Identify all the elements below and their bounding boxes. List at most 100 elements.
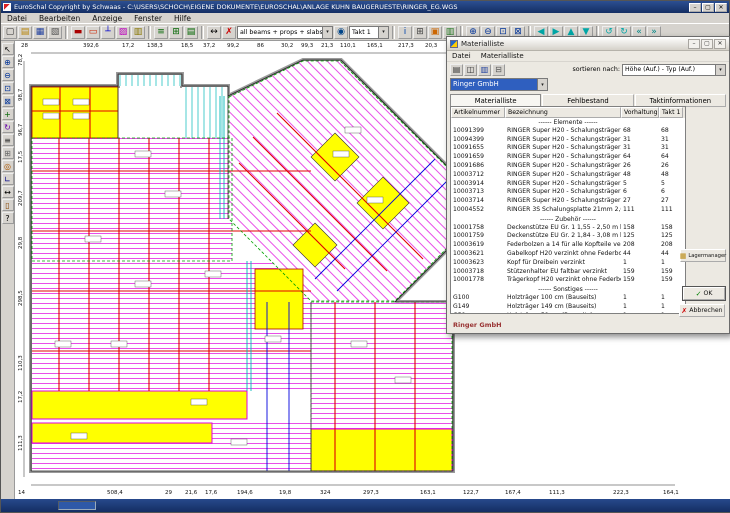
table-row[interactable]: 10001759Deckenstütze EU Gr. 2 1,84 - 3,0…: [451, 232, 685, 241]
pan-icon[interactable]: +: [2, 108, 14, 120]
print-icon[interactable]: ▤: [450, 64, 463, 76]
column-header-bezeichnung[interactable]: Bezeichnung: [505, 107, 621, 118]
wall-tool-icon[interactable]: ▬: [71, 26, 85, 39]
company-select[interactable]: Ringer GmbH ▾: [450, 78, 548, 91]
cell-vor: 125: [621, 232, 659, 241]
ruler-label-top: 165,1: [367, 43, 383, 49]
print-icon[interactable]: ▧: [48, 26, 62, 39]
grid-icon[interactable]: ⊞: [413, 26, 427, 39]
table-row[interactable]: 10003714RINGER Super H20 - Schalungsträg…: [451, 197, 685, 206]
pointer-icon[interactable]: ↖: [2, 43, 14, 55]
table-row[interactable]: 10091686RINGER Super H20 - Schalungsträg…: [451, 162, 685, 171]
menu-fenster[interactable]: Fenster: [128, 14, 168, 23]
dialog-menu-materialliste[interactable]: Materialliste: [476, 52, 529, 60]
zoom-in-icon[interactable]: ⊕: [2, 56, 14, 68]
table-row[interactable]: G100Holzträger 100 cm (Bauseits)11: [451, 294, 685, 303]
dialog-close-button[interactable]: ✕: [714, 39, 726, 49]
snap-icon[interactable]: ◎: [2, 160, 14, 172]
menu-datei[interactable]: Datei: [1, 14, 33, 23]
table-row[interactable]: 10003712RINGER Super H20 - Schalungsträg…: [451, 171, 685, 180]
status-coordinates: [58, 501, 96, 510]
table-row[interactable]: ------ Zubehör ------: [451, 215, 685, 224]
table-row[interactable]: 10003713RINGER Super H20 - Schalungsträg…: [451, 188, 685, 197]
cancel-button[interactable]: ✗ Abbrechen: [679, 304, 725, 317]
display-filter-select[interactable]: all beams + props + slabs▾: [237, 26, 333, 39]
chevron-down-icon[interactable]: ▾: [322, 27, 332, 38]
table-row[interactable]: 10004552RINGER 3S Schalungsplatte 21mm 2…: [451, 206, 685, 215]
table-row[interactable]: 10003718Stützenhalter EU faltbar verzink…: [451, 268, 685, 277]
minimize-button[interactable]: –: [689, 3, 701, 12]
takt-select[interactable]: Takt 1▾: [349, 26, 389, 39]
ruler-label-bottom: 29: [165, 490, 172, 496]
new-icon[interactable]: ▢: [3, 26, 17, 39]
measure-icon[interactable]: ↔: [2, 186, 14, 198]
lagermanager-button[interactable]: ▦ Lagermanager: [680, 249, 726, 262]
zoom-all-icon[interactable]: ⊠: [2, 95, 14, 107]
zoom-window-icon[interactable]: ⊡: [2, 82, 14, 94]
dialog-menu-datei[interactable]: Datei: [447, 52, 476, 60]
prop-tool-icon[interactable]: ┴: [101, 26, 115, 39]
dialog-titlebar[interactable]: Materialliste –▢✕: [447, 37, 729, 51]
ortho-icon[interactable]: ∟: [2, 173, 14, 185]
table-row[interactable]: G149Holzträger 149 cm (Bauseits)11: [451, 303, 685, 312]
table-row[interactable]: 10091399RINGER Super H20 - Schalungsträg…: [451, 127, 685, 136]
table-row[interactable]: 10001758Deckenstütze EU Gr. 1 1,55 - 2,5…: [451, 224, 685, 233]
table-row[interactable]: 10091655RINGER Super H20 - Schalungsträg…: [451, 144, 685, 153]
help-icon[interactable]: ?: [2, 212, 14, 224]
table-row[interactable]: ------ Sonstiges ------: [451, 285, 685, 294]
info-icon[interactable]: i: [398, 26, 412, 39]
display-filter-select-value: all beams + props + slabs: [238, 29, 322, 36]
menu-bearbeiten[interactable]: Bearbeiten: [33, 14, 86, 23]
cell-takt: 159: [659, 268, 683, 277]
close-button[interactable]: ✕: [715, 3, 727, 12]
column-header-takt-1[interactable]: Takt 1: [659, 107, 683, 118]
table-row[interactable]: G59Holzträger 59 cm (Bauseits)11: [451, 312, 685, 314]
panel-tool-icon[interactable]: ▥: [131, 26, 145, 39]
table-row[interactable]: 10003623Kopf für Dreibein verzinkt11: [451, 259, 685, 268]
beam-tool-icon[interactable]: ▭: [86, 26, 100, 39]
maximize-button[interactable]: ▢: [702, 3, 714, 12]
column-header-artikelnummer[interactable]: Artikelnummer: [451, 107, 505, 118]
sort-select-value: Höhe (Auf.) - Typ (Auf.): [623, 66, 715, 73]
redraw-icon[interactable]: ↻: [2, 121, 14, 133]
delete-icon[interactable]: ✗: [222, 26, 236, 39]
column-header-vorhaltung[interactable]: Vorhaltung: [621, 107, 659, 118]
table-row[interactable]: 10001778Trägerkopf H20 verzinkt ohne Fed…: [451, 276, 685, 285]
copy-icon[interactable]: ⊟: [492, 64, 505, 76]
menu-hilfe[interactable]: Hilfe: [168, 14, 197, 23]
cell-vor: 1: [621, 312, 659, 314]
open-icon[interactable]: ▤: [18, 26, 32, 39]
chevron-down-icon[interactable]: ▾: [378, 27, 388, 38]
material-table[interactable]: ArtikelnummerBezeichnungVorhaltungTakt 1…: [450, 106, 686, 314]
grid-icon[interactable]: ⊞: [2, 147, 14, 159]
export-icon[interactable]: ▥: [478, 64, 491, 76]
dialog-minimize-button[interactable]: –: [688, 39, 700, 49]
menu-anzeige[interactable]: Anzeige: [86, 14, 128, 23]
measure-icon[interactable]: ↔: [207, 26, 221, 39]
save-icon[interactable]: ▦: [33, 26, 47, 39]
ok-button[interactable]: ✓ OK: [683, 287, 725, 300]
statistics-icon[interactable]: ▤: [184, 26, 198, 39]
table-row[interactable]: 10003914RINGER Super H20 - Schalungsträg…: [451, 180, 685, 189]
table-row[interactable]: 10003619Federbolzen a 14 für alle Kopfte…: [451, 241, 685, 250]
table-icon[interactable]: ⊞: [169, 26, 183, 39]
table-row[interactable]: ------ Elemente ------: [451, 118, 685, 127]
visibility-icon[interactable]: ◉: [334, 26, 348, 39]
layers-icon[interactable]: ≡: [2, 134, 14, 146]
cancel-label: Abbrechen: [689, 307, 722, 314]
print-preview-icon[interactable]: ◫: [464, 64, 477, 76]
dialog-maximize-button[interactable]: ▢: [701, 39, 713, 49]
material-list-icon[interactable]: ≡: [154, 26, 168, 39]
colors-icon[interactable]: ▣: [428, 26, 442, 39]
wall-icon[interactable]: ▯: [2, 199, 14, 211]
cell-art: G59: [451, 312, 505, 314]
slab-tool-icon[interactable]: ▨: [116, 26, 130, 39]
cell-takt: 111: [659, 206, 683, 215]
table-row[interactable]: 10003621Gabelkopf H20 verzinkt ohne Fede…: [451, 250, 685, 259]
table-row[interactable]: 10091659RINGER Super H20 - Schalungsträg…: [451, 153, 685, 162]
sort-select[interactable]: Höhe (Auf.) - Typ (Auf.) ▾: [622, 64, 726, 76]
table-row[interactable]: 10094399RINGER Super H20 - Schalungsträg…: [451, 136, 685, 145]
zoom-out-icon[interactable]: ⊖: [2, 69, 14, 81]
chevron-down-icon[interactable]: ▾: [715, 65, 725, 75]
chevron-down-icon[interactable]: ▾: [537, 79, 547, 90]
